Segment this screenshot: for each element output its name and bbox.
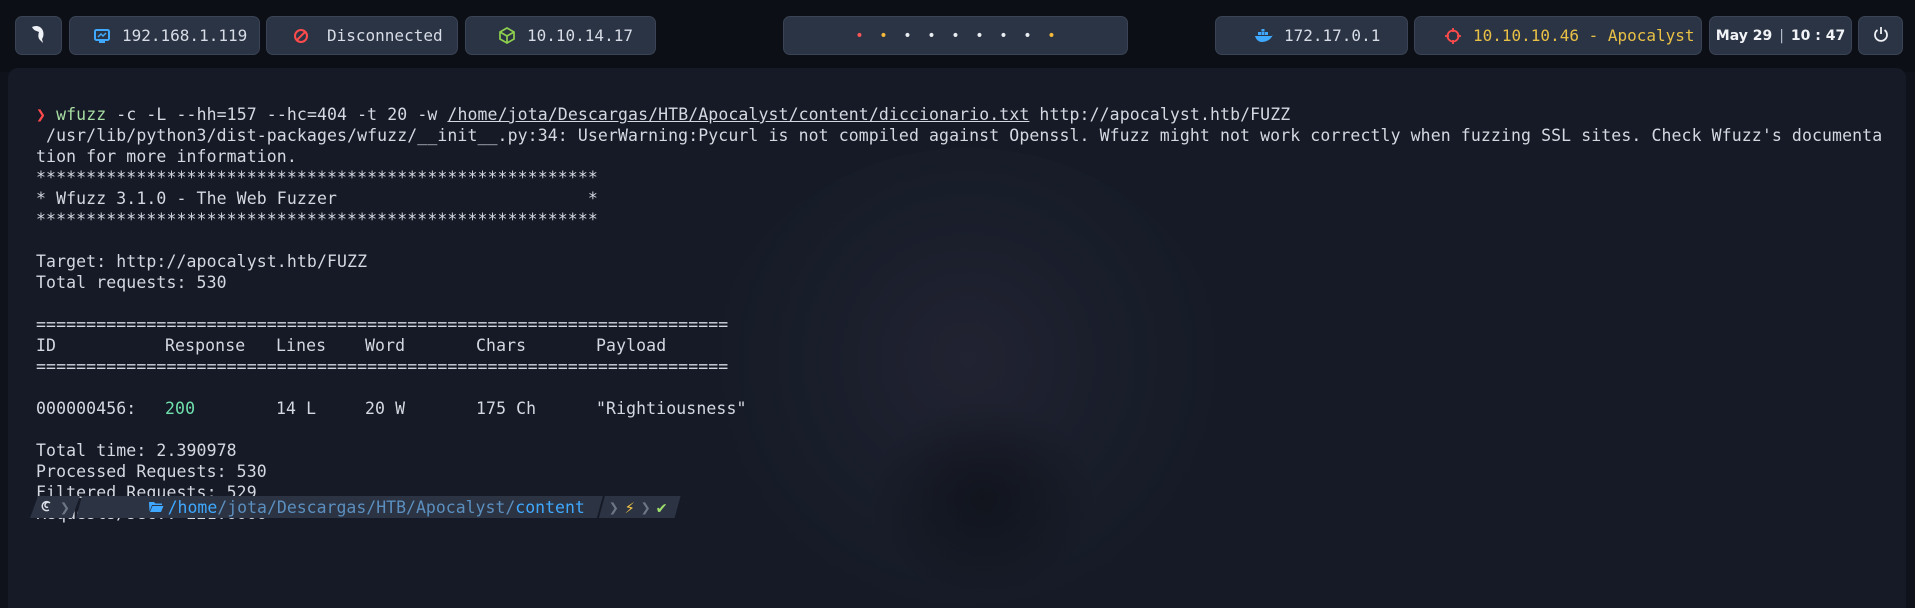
- prompt-arrow: ❯: [36, 105, 47, 124]
- warning-line-1: /usr/lib/python3/dist-packages/wfuzz/__i…: [36, 126, 1883, 145]
- check-icon: ✔: [656, 497, 667, 517]
- workspace-dot-3[interactable]: •: [896, 29, 920, 43]
- workspace-dot-2[interactable]: •: [872, 29, 896, 43]
- path-current: content: [515, 497, 585, 517]
- workspace-dot-9[interactable]: •: [1040, 29, 1064, 43]
- header-chars: Chars: [476, 336, 527, 355]
- banner-border-top: ****************************************…: [36, 168, 598, 187]
- total-requests-line: Total requests: 530: [36, 273, 227, 292]
- local-ip-text: 192.168.1.119: [122, 26, 248, 45]
- workspace-dot-7[interactable]: •: [992, 29, 1016, 43]
- debian-swirl-icon: [40, 498, 54, 517]
- docker-whale-icon: [1254, 26, 1274, 46]
- target-widget[interactable]: 10.10.10.46 - Apocalyst: [1414, 16, 1702, 55]
- vpn-status-text: Disconnected: [327, 26, 443, 45]
- command-program: wfuzz: [56, 105, 107, 124]
- target-text: 10.10.10.46 - Apocalyst: [1473, 26, 1695, 45]
- app-menu-button[interactable]: [15, 16, 62, 55]
- clock-widget[interactable]: May 29 | 10 : 47: [1709, 16, 1852, 55]
- command-wordlist: /home/jota/Descargas/HTB/Apocalyst/conte…: [447, 105, 1030, 124]
- workspace-dot-4[interactable]: •: [920, 29, 944, 43]
- prompt-status-segment: ❯ ⚡ ❯ ✔: [599, 496, 681, 518]
- path-home: /home: [167, 497, 218, 517]
- docker-ip-text: 172.17.0.1: [1284, 26, 1381, 45]
- workspace-indicator[interactable]: • • • • • • • • •: [783, 16, 1128, 55]
- workspace-dot-1[interactable]: •: [848, 29, 872, 43]
- result-word: 20 W: [365, 399, 406, 418]
- table-separator-top: ========================================…: [36, 315, 729, 334]
- docker-ip-widget[interactable]: 172.17.0.1: [1215, 16, 1408, 55]
- header-id: ID: [36, 336, 57, 355]
- workspace-dot-8[interactable]: •: [1016, 29, 1040, 43]
- cube-icon: [497, 26, 517, 46]
- clock-separator: |: [1779, 27, 1784, 44]
- result-payload: "Rightiousness": [596, 399, 747, 418]
- htb-ip-text: 10.10.14.17: [527, 26, 633, 45]
- monitor-icon: [92, 26, 112, 46]
- bolt-icon: ⚡: [624, 497, 635, 517]
- warning-line-2: tion for more information.: [36, 147, 297, 166]
- header-payload: Payload: [596, 336, 667, 355]
- crosshair-icon: [1443, 26, 1463, 46]
- top-status-bar: 192.168.1.119 Disconnected 10.10.14.17 •…: [0, 0, 1915, 72]
- result-chars: 175 Ch: [476, 399, 537, 418]
- header-word: Word: [365, 336, 406, 355]
- result-id: 000000456:: [36, 399, 137, 418]
- prompt-os-segment: ❯: [30, 496, 80, 518]
- date-text: May 29: [1715, 27, 1773, 44]
- power-icon: [1873, 26, 1889, 46]
- total-time-line: Total time: 2.390978: [36, 441, 237, 460]
- htb-ip-widget[interactable]: 10.10.14.17: [465, 16, 656, 55]
- banner-border-bottom: ****************************************…: [36, 210, 598, 229]
- bird-logo-icon: [29, 23, 49, 49]
- table-separator-bottom: ========================================…: [36, 357, 729, 376]
- header-lines: Lines: [276, 336, 327, 355]
- result-lines: 14 L: [276, 399, 317, 418]
- vpn-status-widget[interactable]: Disconnected: [266, 16, 458, 55]
- workspace-dot-5[interactable]: •: [944, 29, 968, 43]
- command-args: -c -L --hh=157 --hc=404 -t 20 -w: [106, 105, 448, 124]
- disconnected-icon: [291, 26, 311, 46]
- result-response: 200: [165, 399, 196, 418]
- target-line: Target: http://apocalyst.htb/FUZZ: [36, 252, 368, 271]
- header-response: Response: [165, 336, 246, 355]
- terminal-window[interactable]: ❯ wfuzz -c -L --hh=157 --hc=404 -t 20 -w…: [8, 68, 1906, 608]
- time-text: 10 : 47: [1790, 27, 1846, 44]
- path-middle: /jota/Descargas/HTB/Apocalyst/: [217, 497, 516, 517]
- command-line: ❯ wfuzz -c -L --hh=157 --hc=404 -t 20 -w…: [36, 104, 1290, 125]
- prompt-path-segment: /home/jota/Descargas/HTB/Apocalyst/conte…: [76, 496, 603, 518]
- local-ip-widget[interactable]: 192.168.1.119: [69, 16, 260, 55]
- workspace-dot-6[interactable]: •: [968, 29, 992, 43]
- banner-title: * Wfuzz 3.1.0 - The Web Fuzzer *: [36, 189, 598, 208]
- shell-prompt: ❯ /home/jota/Descargas/HTB/Apocalyst/con…: [30, 496, 681, 518]
- power-button[interactable]: [1858, 16, 1903, 55]
- processed-requests-line: Processed Requests: 530: [36, 462, 267, 481]
- command-url: http://apocalyst.htb/FUZZ: [1029, 105, 1291, 124]
